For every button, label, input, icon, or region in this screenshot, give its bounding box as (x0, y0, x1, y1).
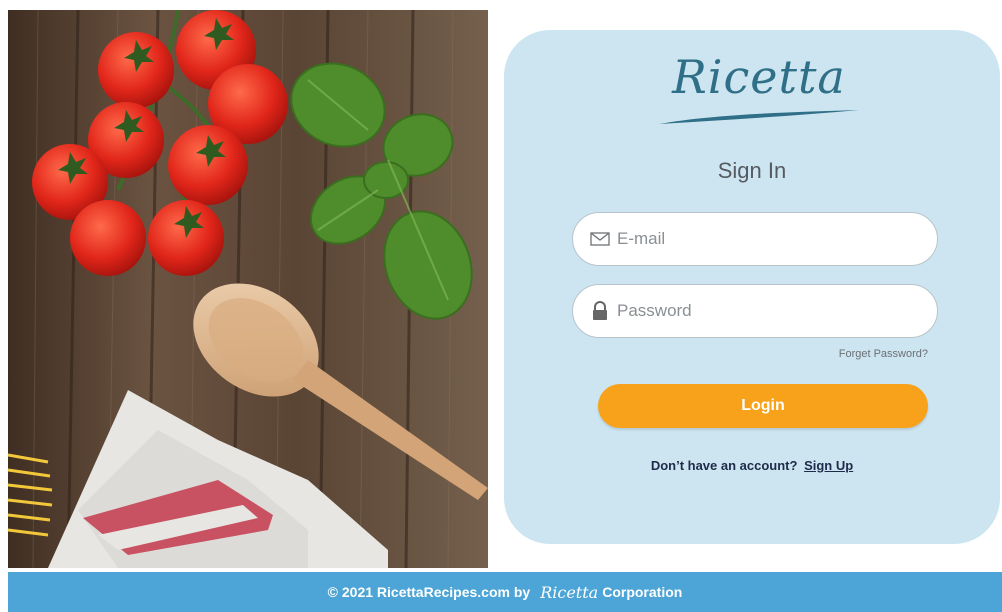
page-title: Sign In (717, 158, 787, 183)
ricetta-logo: Ricetta (654, 50, 864, 130)
login-button[interactable]: Login (598, 384, 928, 428)
logo-swoosh-icon (659, 110, 859, 124)
password-input[interactable] (617, 301, 937, 321)
footer-logo: Ricetta (540, 582, 599, 602)
envelope-icon (589, 228, 611, 250)
signin-card: Ricetta Sign In Forget Password? Login D… (504, 30, 1000, 544)
logo-wordmark: Ricetta (672, 50, 846, 104)
signup-prompt: Don’t have an account? Sign Up (504, 458, 1000, 473)
footer-company: Corporation (602, 584, 683, 600)
signup-link[interactable]: Sign Up (804, 458, 853, 473)
footer: © 2021 RicettaRecipes.com by Ricetta Cor… (8, 572, 1002, 612)
hero-food-photo (8, 10, 488, 568)
password-field[interactable] (572, 284, 938, 338)
lock-icon (589, 300, 611, 322)
forgot-password-link[interactable]: Forget Password? (839, 348, 928, 360)
email-input[interactable] (617, 229, 937, 249)
email-field[interactable] (572, 212, 938, 266)
no-account-text: Don’t have an account? (650, 458, 798, 473)
footer-copyright: © 2021 RicettaRecipes.com by (327, 584, 531, 600)
food-illustration (8, 10, 488, 568)
